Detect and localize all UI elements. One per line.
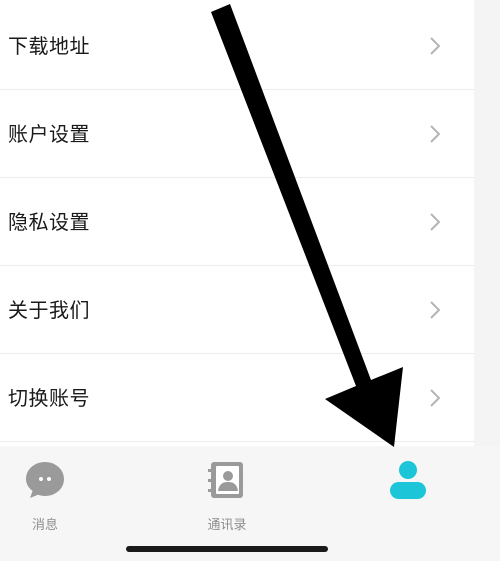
tab-contacts[interactable]: 通讯录	[167, 446, 287, 546]
chevron-right-icon	[430, 389, 441, 407]
tab-profile[interactable]	[348, 446, 468, 546]
settings-list: 下载地址 账户设置 隐私设置 关于我们 切换账号	[0, 0, 474, 446]
settings-item-account-settings[interactable]: 账户设置	[0, 90, 474, 178]
tab-messages[interactable]: 消息	[0, 446, 105, 546]
settings-item-label: 切换账号	[8, 386, 90, 410]
settings-item-about-us[interactable]: 关于我们	[0, 266, 474, 354]
chevron-right-icon	[430, 301, 441, 319]
side-background	[474, 0, 500, 446]
settings-item-label: 关于我们	[8, 298, 90, 322]
chat-bubble-icon	[26, 462, 64, 498]
settings-item-download-address[interactable]: 下载地址	[0, 2, 474, 90]
settings-item-label: 账户设置	[8, 122, 90, 146]
tab-label: 消息	[31, 518, 58, 533]
home-indicator	[126, 546, 328, 552]
settings-item-label: 隐私设置	[8, 210, 90, 234]
contacts-icon	[208, 462, 243, 498]
settings-item-label: 下载地址	[8, 34, 90, 58]
bottom-tab-bar: 消息 通讯录	[0, 446, 500, 561]
settings-item-privacy-settings[interactable]: 隐私设置	[0, 178, 474, 266]
chevron-right-icon	[430, 37, 441, 55]
chevron-right-icon	[430, 213, 441, 231]
profile-icon	[390, 461, 426, 499]
tab-label: 通讯录	[207, 518, 247, 533]
chevron-right-icon	[430, 125, 441, 143]
settings-item-switch-account[interactable]: 切换账号	[0, 354, 474, 442]
